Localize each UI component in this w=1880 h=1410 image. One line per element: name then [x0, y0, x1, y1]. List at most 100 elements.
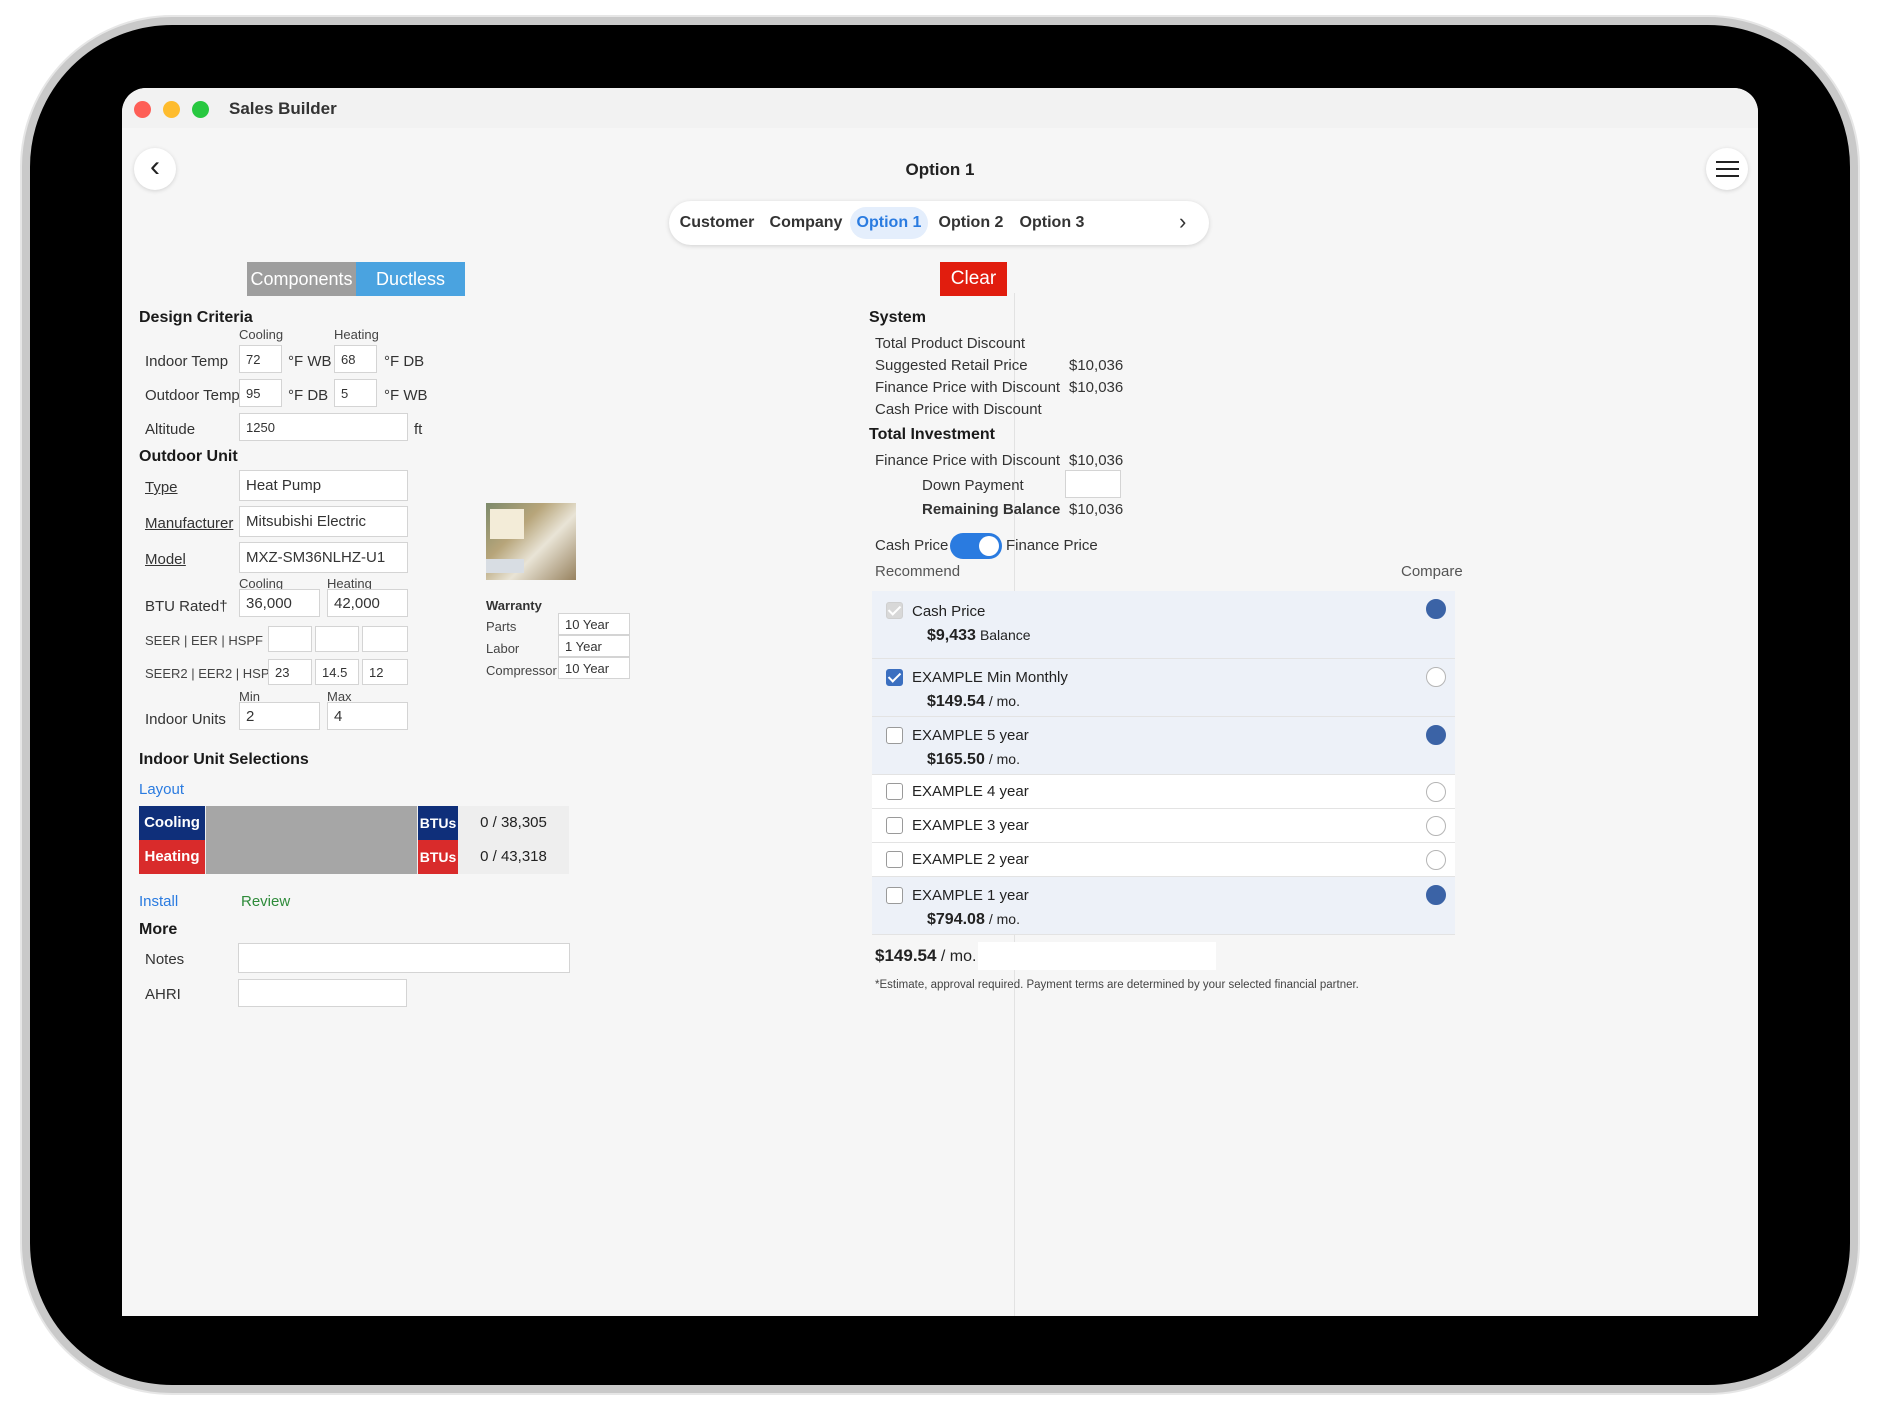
warranty-compressor-label: Compressor [486, 663, 557, 678]
remaining-balance-value: $10,036 [1069, 501, 1124, 518]
altitude-label: Altitude [145, 421, 196, 438]
components-segment[interactable]: Components [247, 262, 356, 296]
eer2-input[interactable]: 14.5 [315, 659, 359, 685]
review-link[interactable]: Review [241, 893, 290, 910]
indoor-heating-input[interactable]: 68 [334, 345, 377, 373]
notes-label: Notes [145, 951, 185, 968]
seer-input[interactable] [268, 626, 312, 652]
finance-option-row[interactable]: EXAMPLE 5 year $165.50/ mo. [872, 717, 1455, 775]
investment-finance-label: Finance Price with Discount [875, 452, 1061, 469]
heating-capacity-label: Heating [139, 840, 205, 874]
manufacturer-label[interactable]: Manufacturer [145, 515, 233, 532]
cooling-capacity-bar [206, 806, 417, 840]
down-payment-input[interactable] [1065, 470, 1121, 498]
model-field[interactable]: MXZ-SM36NLHZ-U1 [239, 542, 408, 573]
type-label[interactable]: Type [145, 479, 178, 496]
outdoor-heating-unit: °F WB [384, 387, 428, 404]
cooling-capacity-label: Cooling [139, 806, 205, 840]
btu-cooling-field[interactable]: 36,000 [239, 589, 320, 617]
recommend-checkbox[interactable] [886, 851, 903, 868]
finance-option-row[interactable]: EXAMPLE 3 year [872, 809, 1455, 843]
compare-header: Compare [1401, 563, 1463, 580]
compare-radio[interactable] [1426, 667, 1446, 687]
finance-option-row[interactable]: EXAMPLE 4 year [872, 775, 1455, 809]
design-criteria-heading: Design Criteria [139, 309, 253, 326]
cash-price-toggle-label: Cash Price [875, 537, 949, 554]
tab-option-3[interactable]: Option 3 [1013, 207, 1091, 239]
finance-option-row[interactable]: EXAMPLE 1 year $794.08/ mo. [872, 877, 1455, 935]
finance-option-price: $794.08/ mo. [927, 911, 1020, 929]
indoor-units-max-field[interactable]: 4 [327, 702, 408, 730]
compare-radio[interactable] [1426, 782, 1446, 802]
tab-option-2[interactable]: Option 2 [933, 207, 1009, 239]
recommend-checkbox[interactable] [886, 817, 903, 834]
recommend-checkbox[interactable] [886, 887, 903, 904]
finance-option-amount: $149.54 [927, 693, 985, 710]
compare-radio[interactable] [1426, 850, 1446, 870]
indoor-cooling-input[interactable]: 72 [239, 345, 282, 373]
recommend-checkbox[interactable] [886, 783, 903, 800]
retail-price-label: Suggested Retail Price [875, 357, 1028, 374]
product-image [486, 503, 576, 580]
model-label[interactable]: Model [145, 551, 186, 568]
tab-customer[interactable]: Customer [675, 207, 759, 239]
chevron-right-icon[interactable]: › [1179, 207, 1186, 237]
close-window-button[interactable] [134, 101, 151, 118]
finance-option-row[interactable]: EXAMPLE 2 year [872, 843, 1455, 877]
finance-option-name: Cash Price [912, 603, 986, 620]
hspf2-input[interactable]: 12 [362, 659, 408, 685]
finance-option-price: $149.54/ mo. [927, 693, 1020, 711]
zoom-window-button[interactable] [192, 101, 209, 118]
compare-radio[interactable] [1426, 885, 1446, 905]
tab-company[interactable]: Company [765, 207, 847, 239]
heating-btu-unit: BTUs [418, 840, 458, 874]
clear-button[interactable]: Clear [940, 262, 1007, 296]
finance-option-row[interactable]: Cash Price $9,433 Balance [872, 591, 1455, 659]
compare-radio[interactable] [1426, 725, 1446, 745]
finance-option-amount: $794.08 [927, 911, 985, 928]
compare-radio[interactable] [1426, 816, 1446, 836]
install-link[interactable]: Install [139, 893, 178, 910]
outdoor-unit-heading: Outdoor Unit [139, 448, 238, 465]
manufacturer-field[interactable]: Mitsubishi Electric [239, 506, 408, 537]
finance-option-price: $9,433 Balance [927, 627, 1031, 645]
finance-option-row[interactable]: EXAMPLE Min Monthly $149.54/ mo. [872, 659, 1455, 717]
outdoor-heating-input[interactable]: 5 [334, 379, 377, 407]
option-tabbar: Customer Company Option 1 Option 2 Optio… [669, 201, 1209, 245]
altitude-input[interactable]: 1250 [239, 413, 408, 441]
seer2-label: SEER2 | EER2 | HSPF2 [145, 666, 285, 681]
switch-knob [979, 536, 999, 556]
seer2-input[interactable]: 23 [268, 659, 312, 685]
layout-link[interactable]: Layout [139, 781, 184, 798]
indoor-units-min-field[interactable]: 2 [239, 702, 320, 730]
warranty-parts-label: Parts [486, 619, 517, 634]
finance-option-name: EXAMPLE 1 year [912, 887, 1029, 904]
ahri-label: AHRI [145, 986, 181, 1003]
outdoor-cooling-input[interactable]: 95 [239, 379, 282, 407]
minimize-window-button[interactable] [163, 101, 180, 118]
type-field[interactable]: Heat Pump [239, 470, 408, 501]
heating-header: Heating [334, 327, 379, 342]
recommend-checkbox[interactable] [886, 727, 903, 744]
outdoor-temp-label: Outdoor Temp [145, 387, 240, 404]
finance-option-name: EXAMPLE 2 year [912, 851, 1029, 868]
ductless-segment[interactable]: Ductless [356, 262, 465, 296]
hspf-input[interactable] [362, 626, 408, 652]
warranty-parts-field[interactable]: 10 Year [558, 613, 630, 635]
warranty-labor-field[interactable]: 1 Year [558, 635, 630, 657]
finance-option-name: EXAMPLE 4 year [912, 783, 1029, 800]
monthly-summary-suffix: / mo. [940, 948, 977, 965]
pricing-mode-switch[interactable] [950, 533, 1002, 559]
recommend-checkbox[interactable] [886, 602, 903, 619]
indoor-heating-unit: °F DB [384, 353, 425, 370]
ahri-field[interactable] [238, 979, 407, 1007]
notes-field[interactable] [238, 943, 570, 973]
eer-input[interactable] [315, 626, 359, 652]
hamburger-icon [1716, 161, 1739, 163]
warranty-compressor-field[interactable]: 10 Year [558, 657, 630, 679]
compare-radio[interactable] [1426, 599, 1446, 619]
btu-heating-field[interactable]: 42,000 [327, 589, 408, 617]
tab-option-1[interactable]: Option 1 [850, 207, 928, 239]
recommend-checkbox[interactable] [886, 669, 903, 686]
menu-button[interactable] [1706, 148, 1748, 190]
